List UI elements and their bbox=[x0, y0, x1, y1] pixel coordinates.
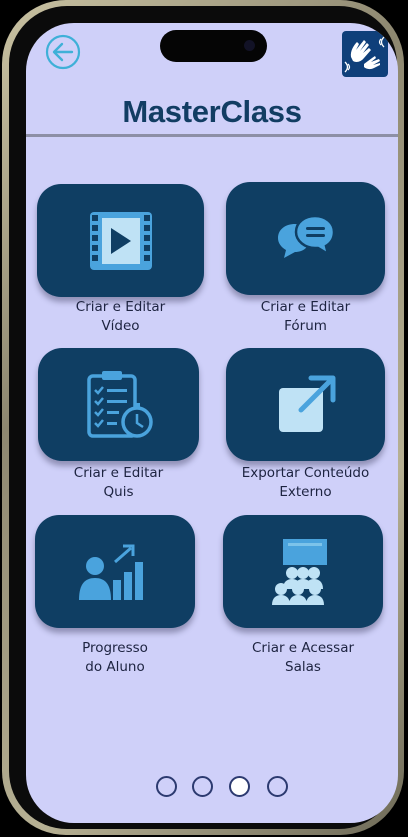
page-dot-4[interactable] bbox=[267, 776, 288, 797]
header-divider bbox=[26, 134, 398, 137]
student-progress-label: Progresso do Aluno bbox=[82, 640, 148, 675]
export-external-content-card[interactable] bbox=[226, 348, 385, 461]
phone-bezel: MasterClass Criar e Editar Vídeo Criar e… bbox=[9, 6, 398, 829]
create-access-rooms-label: Criar e Acessar Salas bbox=[251, 640, 355, 675]
dynamic-island bbox=[160, 30, 267, 62]
create-edit-quiz-label: Criar e Editar Quis bbox=[73, 465, 164, 500]
classroom-icon bbox=[272, 538, 327, 605]
page-dot-1[interactable] bbox=[156, 776, 177, 797]
app-screen: MasterClass Criar e Editar Vídeo Criar e… bbox=[26, 23, 398, 823]
create-edit-forum-card[interactable] bbox=[226, 182, 385, 295]
phone-frame: MasterClass Criar e Editar Vídeo Criar e… bbox=[2, 0, 404, 835]
create-access-rooms-card[interactable] bbox=[223, 515, 383, 628]
export-external-content-label: Exportar Conteúdo Externo bbox=[241, 465, 370, 500]
create-edit-forum-label: Criar e Editar Fórum bbox=[260, 299, 351, 334]
external-link-icon bbox=[278, 375, 335, 432]
create-edit-quiz-card[interactable] bbox=[38, 348, 199, 461]
chat-bubbles-icon bbox=[277, 214, 335, 258]
create-edit-video-card[interactable] bbox=[37, 184, 204, 297]
create-edit-video-label: Criar e Editar Vídeo bbox=[75, 299, 166, 334]
pagination-dots bbox=[156, 776, 288, 800]
student-progress-icon bbox=[79, 544, 143, 600]
camera bbox=[244, 40, 255, 51]
page-dot-3-active[interactable] bbox=[229, 776, 250, 797]
student-progress-card[interactable] bbox=[35, 515, 195, 628]
quiz-clipboard-icon bbox=[86, 370, 153, 438]
page-dot-2[interactable] bbox=[192, 776, 213, 797]
back-arrow-icon[interactable] bbox=[45, 34, 81, 70]
sign-language-icon[interactable] bbox=[342, 31, 388, 77]
video-icon bbox=[89, 211, 152, 270]
page-title: MasterClass bbox=[122, 94, 302, 129]
